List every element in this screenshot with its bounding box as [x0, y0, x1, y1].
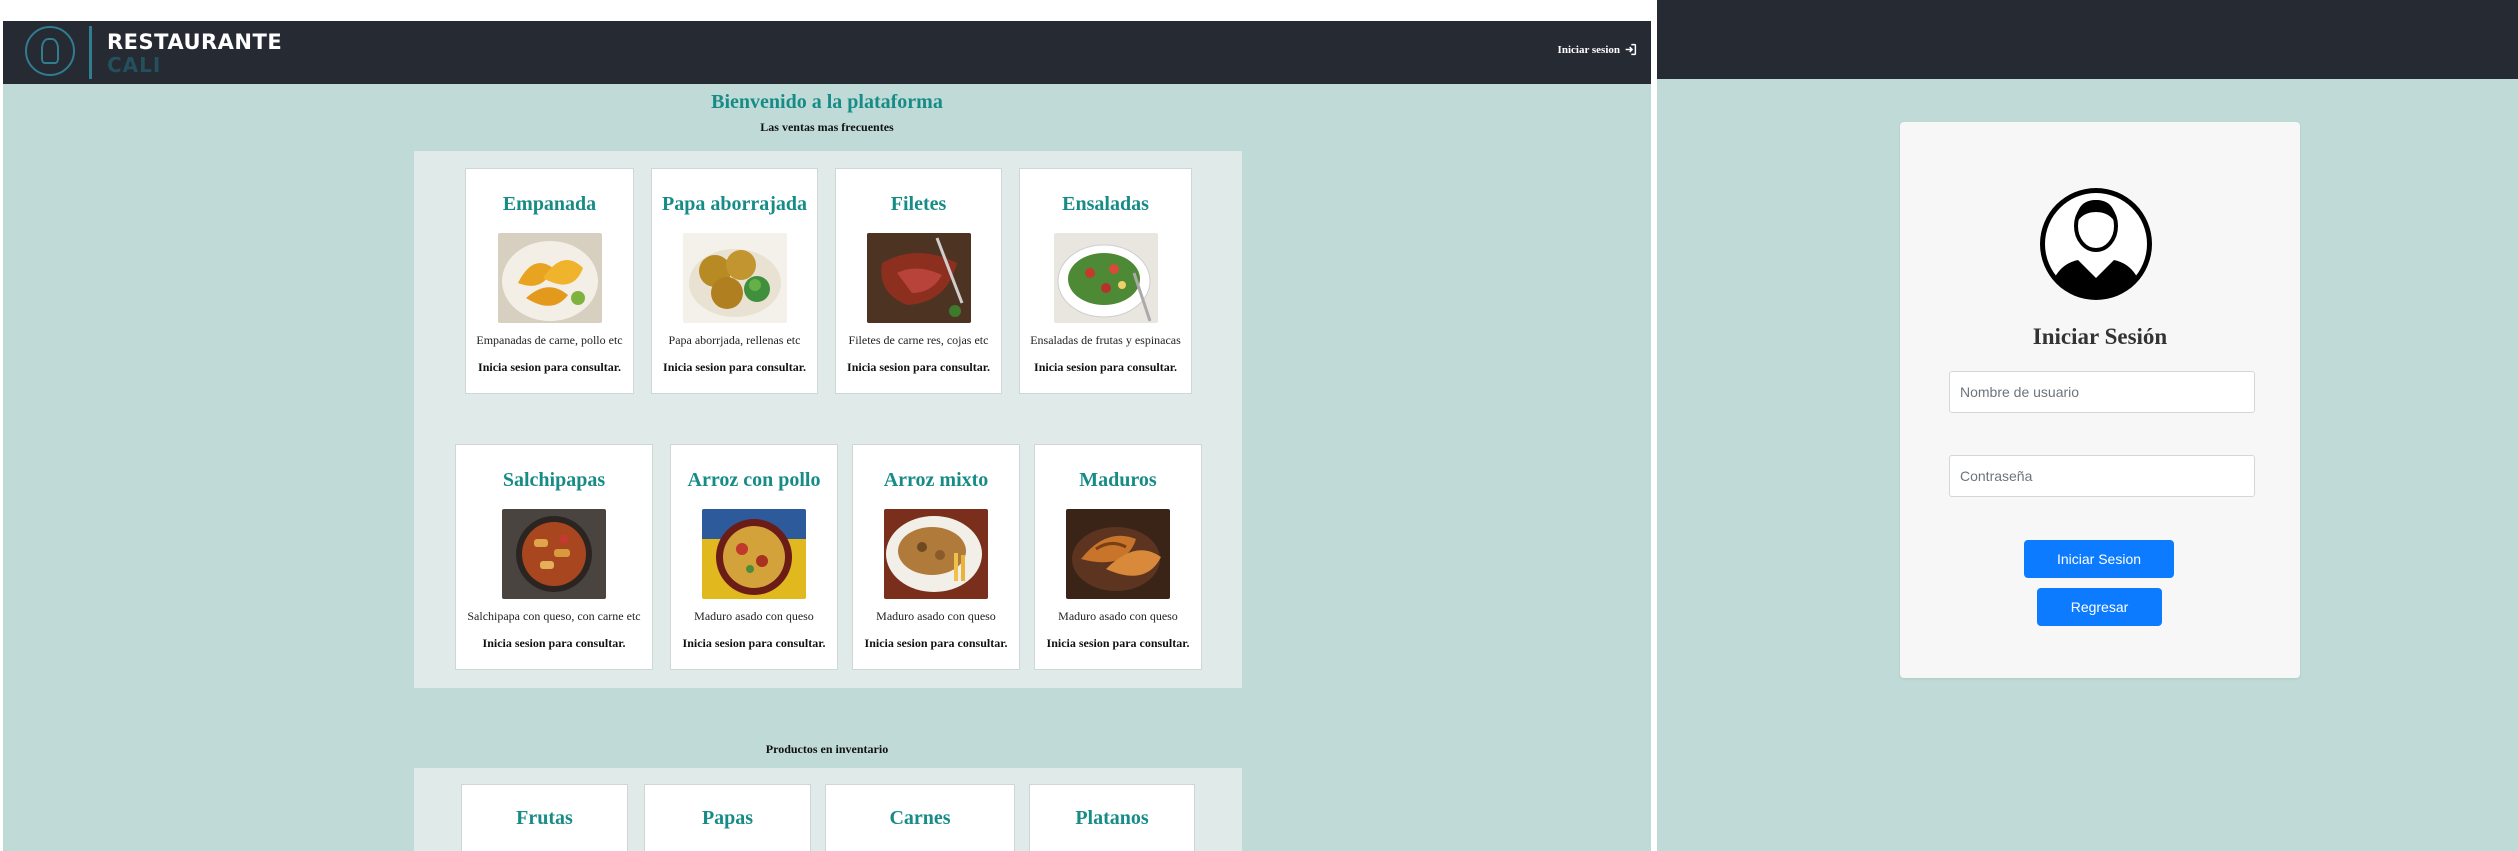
- frequent-sales-subtitle: Las ventas mas frecuentes: [760, 120, 894, 134]
- product-description: Papa aborrjada, rellenas etc: [668, 333, 801, 347]
- product-card[interactable]: Salchipapas Salchipapa con queso, con ca…: [455, 444, 653, 670]
- inventory-card[interactable]: Platanos: [1029, 784, 1195, 851]
- product-description: Empanadas de carne, pollo etc: [476, 333, 623, 347]
- arroz-pollo-photo: [702, 509, 806, 599]
- logo-divider: [89, 26, 92, 79]
- inventory-title: Papas: [701, 807, 754, 829]
- product-card[interactable]: Maduros Maduro asado con queso Inicia se…: [1034, 444, 1202, 670]
- product-card[interactable]: Filetes Filetes de carne res, cojas etc …: [835, 168, 1002, 394]
- product-description: Filetes de carne res, cojas etc: [848, 333, 989, 347]
- product-description: Ensaladas de frutas y espinacas: [1030, 333, 1181, 347]
- login-page: Iniciar Sesión Iniciar Sesion Regresar: [1657, 0, 2518, 851]
- maduros-photo: [1066, 509, 1170, 599]
- products-panel: Empanada Empanadas de carne, pollo etc I…: [414, 151, 1242, 688]
- salchipapa-photo: [502, 509, 606, 599]
- product-card[interactable]: Empanada Empanadas de carne, pollo etc I…: [465, 168, 634, 394]
- product-card[interactable]: Ensaladas Ensaladas de frutas y espinaca…: [1019, 168, 1192, 394]
- login-required-note: Inicia sesion para consultar.: [482, 636, 626, 650]
- user-avatar-icon: [2036, 182, 2156, 306]
- product-description: Maduro asado con queso: [876, 609, 996, 623]
- product-title: Arroz con pollo: [687, 469, 821, 491]
- product-title: Filetes: [890, 193, 947, 215]
- product-card[interactable]: Arroz con pollo Maduro asado con queso I…: [670, 444, 838, 670]
- papa-photo: [683, 233, 787, 323]
- product-card[interactable]: Arroz mixto Maduro asado con queso Inici…: [852, 444, 1020, 670]
- login-required-note: Inicia sesion para consultar.: [1046, 636, 1190, 650]
- product-description: Maduro asado con queso: [694, 609, 814, 623]
- product-title: Arroz mixto: [883, 469, 989, 491]
- inventory-card[interactable]: Frutas: [461, 784, 628, 851]
- product-title: Salchipapas: [502, 469, 606, 491]
- ensalada-photo: [1054, 233, 1158, 323]
- inventory-heading: Productos en inventario: [765, 742, 889, 756]
- login-navbar: [1657, 0, 2518, 79]
- filete-photo: [867, 233, 971, 323]
- username-input[interactable]: [1949, 371, 2255, 413]
- welcome-heading: Bienvenido a la plataforma: [711, 91, 943, 113]
- login-required-note: Inicia sesion para consultar.: [1034, 360, 1177, 374]
- login-required-note: Inicia sesion para consultar.: [682, 636, 826, 650]
- product-title: Ensaladas: [1062, 193, 1149, 215]
- inventory-card[interactable]: Carnes: [825, 784, 1015, 851]
- product-description: Maduro asado con queso: [1058, 609, 1178, 623]
- password-input[interactable]: [1949, 455, 2255, 497]
- login-submit-button[interactable]: Iniciar Sesion: [2024, 540, 2174, 578]
- login-required-note: Inicia sesion para consultar.: [663, 360, 806, 374]
- back-button[interactable]: Regresar: [2037, 588, 2162, 626]
- login-title: Iniciar Sesión: [2032, 324, 2168, 349]
- product-card[interactable]: Papa aborrajada Papa aborrjada, rellenas…: [651, 168, 818, 394]
- home-page: RESTAURANTE CALI Iniciar sesion Bienveni…: [3, 21, 1651, 851]
- brand-subtitle: CALI: [107, 53, 162, 77]
- inventory-panel: Frutas Papas Carnes Platanos: [414, 768, 1242, 851]
- inventory-title: Frutas: [516, 807, 573, 829]
- product-description: Salchipapa con queso, con carne etc: [467, 609, 641, 623]
- top-navbar: RESTAURANTE CALI Iniciar sesion: [3, 21, 1651, 84]
- login-required-note: Inicia sesion para consultar.: [847, 360, 990, 374]
- empanada-photo: [498, 233, 602, 323]
- inventory-card[interactable]: Papas: [644, 784, 811, 851]
- arroz-mixto-photo: [884, 509, 988, 599]
- sign-in-icon: [1625, 43, 1637, 56]
- login-nav-link[interactable]: Iniciar sesion: [1558, 43, 1637, 56]
- inventory-title: Platanos: [1075, 807, 1149, 829]
- product-title: Papa aborrajada: [662, 193, 807, 215]
- login-nav-label: Iniciar sesion: [1557, 43, 1620, 56]
- login-required-note: Inicia sesion para consultar.: [864, 636, 1008, 650]
- inventory-title: Carnes: [889, 807, 951, 829]
- restaurant-logo-icon[interactable]: [25, 26, 75, 76]
- login-card: Iniciar Sesión Iniciar Sesion Regresar: [1900, 122, 2300, 678]
- product-title: Maduros: [1079, 469, 1157, 491]
- brand-title: RESTAURANTE: [107, 30, 283, 54]
- product-title: Empanada: [502, 193, 597, 215]
- login-required-note: Inicia sesion para consultar.: [478, 360, 621, 374]
